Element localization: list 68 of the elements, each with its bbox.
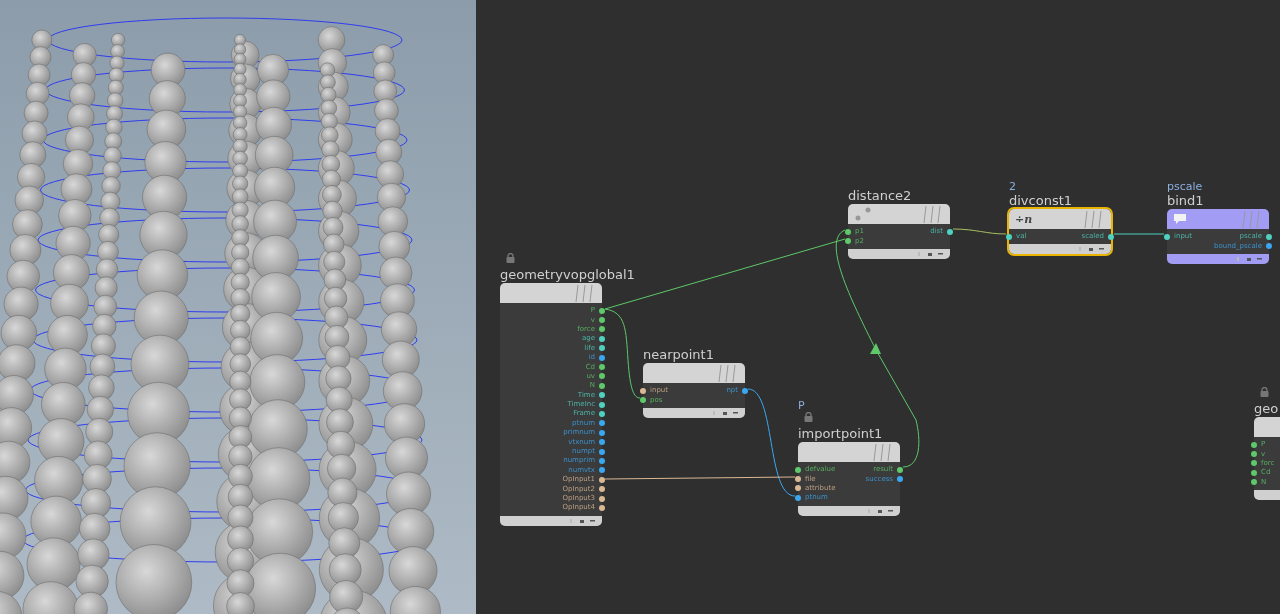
port-dot[interactable]: [599, 307, 605, 314]
port-dot[interactable]: [599, 354, 605, 361]
port-dot[interactable]: [599, 326, 605, 333]
port-dot[interactable]: [947, 228, 953, 235]
lock-icon[interactable]: [506, 253, 515, 263]
node-name[interactable]: importpoint1: [798, 426, 883, 441]
port-dot[interactable]: [1251, 460, 1257, 467]
port-dot[interactable]: [599, 364, 605, 371]
port-dot[interactable]: [599, 429, 605, 436]
speech-bubble-icon: [1173, 213, 1187, 225]
port-dot[interactable]: [845, 238, 851, 245]
port-dot[interactable]: [599, 439, 605, 446]
port-dot[interactable]: [1251, 479, 1257, 486]
port-dot[interactable]: [1108, 233, 1114, 240]
port-dot[interactable]: [599, 467, 605, 474]
node-name[interactable]: bind1: [1167, 193, 1204, 208]
port-dot[interactable]: [599, 373, 605, 380]
port-dot[interactable]: [599, 504, 605, 511]
port-dot[interactable]: [742, 387, 748, 394]
port-dot[interactable]: [1164, 233, 1170, 240]
node-parameter-label: P: [798, 399, 805, 412]
port-dot[interactable]: [1266, 243, 1272, 250]
port-dot[interactable]: [1251, 451, 1257, 458]
node-flag-icons[interactable]: [711, 409, 739, 416]
port-dot[interactable]: [599, 448, 605, 455]
port-dot[interactable]: [897, 466, 903, 473]
port-dot[interactable]: [897, 476, 903, 483]
wire[interactable]: [952, 228, 1007, 235]
port-dot[interactable]: [795, 476, 801, 483]
port-dot[interactable]: [1251, 469, 1257, 476]
port-dot[interactable]: [599, 382, 605, 389]
port-dot[interactable]: [845, 228, 851, 235]
port-dot[interactable]: [599, 401, 605, 408]
port-dot[interactable]: [599, 335, 605, 342]
port-dot[interactable]: [640, 387, 646, 394]
wire[interactable]: [604, 308, 641, 399]
port-dot[interactable]: [599, 420, 605, 427]
port-dot[interactable]: [599, 457, 605, 464]
node-flag-icons[interactable]: [568, 517, 596, 524]
node-name[interactable]: geo: [1254, 401, 1279, 416]
node-flag-icons[interactable]: [866, 507, 894, 514]
lock-icon[interactable]: [804, 412, 813, 422]
divide-symbol: ÷n: [1015, 212, 1033, 226]
node-name[interactable]: nearpoint1: [643, 347, 714, 362]
port-dot[interactable]: [599, 486, 605, 493]
wire[interactable]: [604, 476, 796, 480]
node-flag-icons[interactable]: [1077, 246, 1105, 253]
port-dot[interactable]: [795, 485, 801, 492]
port-dot[interactable]: [1006, 233, 1012, 240]
port-dot[interactable]: [795, 466, 801, 473]
node-parameter-label: 2: [1009, 180, 1016, 193]
port-dot[interactable]: [599, 495, 605, 502]
port-dot[interactable]: [1266, 233, 1272, 240]
port-dot[interactable]: [599, 476, 605, 483]
port-dot[interactable]: [1251, 441, 1257, 448]
port-dot[interactable]: [640, 397, 646, 404]
lock-icon[interactable]: [1260, 387, 1269, 397]
port-dot[interactable]: [599, 317, 605, 324]
node-parameter-label: pscale: [1167, 180, 1203, 193]
node-flag-icons[interactable]: [916, 250, 944, 257]
node-name[interactable]: distance2: [848, 188, 912, 203]
port-dot[interactable]: [599, 345, 605, 352]
port-dot[interactable]: [795, 494, 801, 501]
node-name[interactable]: geometryvopglobal1: [500, 267, 635, 282]
port-dot[interactable]: [599, 392, 605, 399]
port-dot[interactable]: [599, 411, 605, 417]
node-flag-icons[interactable]: [1235, 255, 1263, 262]
node-name[interactable]: divconst1: [1009, 193, 1073, 208]
